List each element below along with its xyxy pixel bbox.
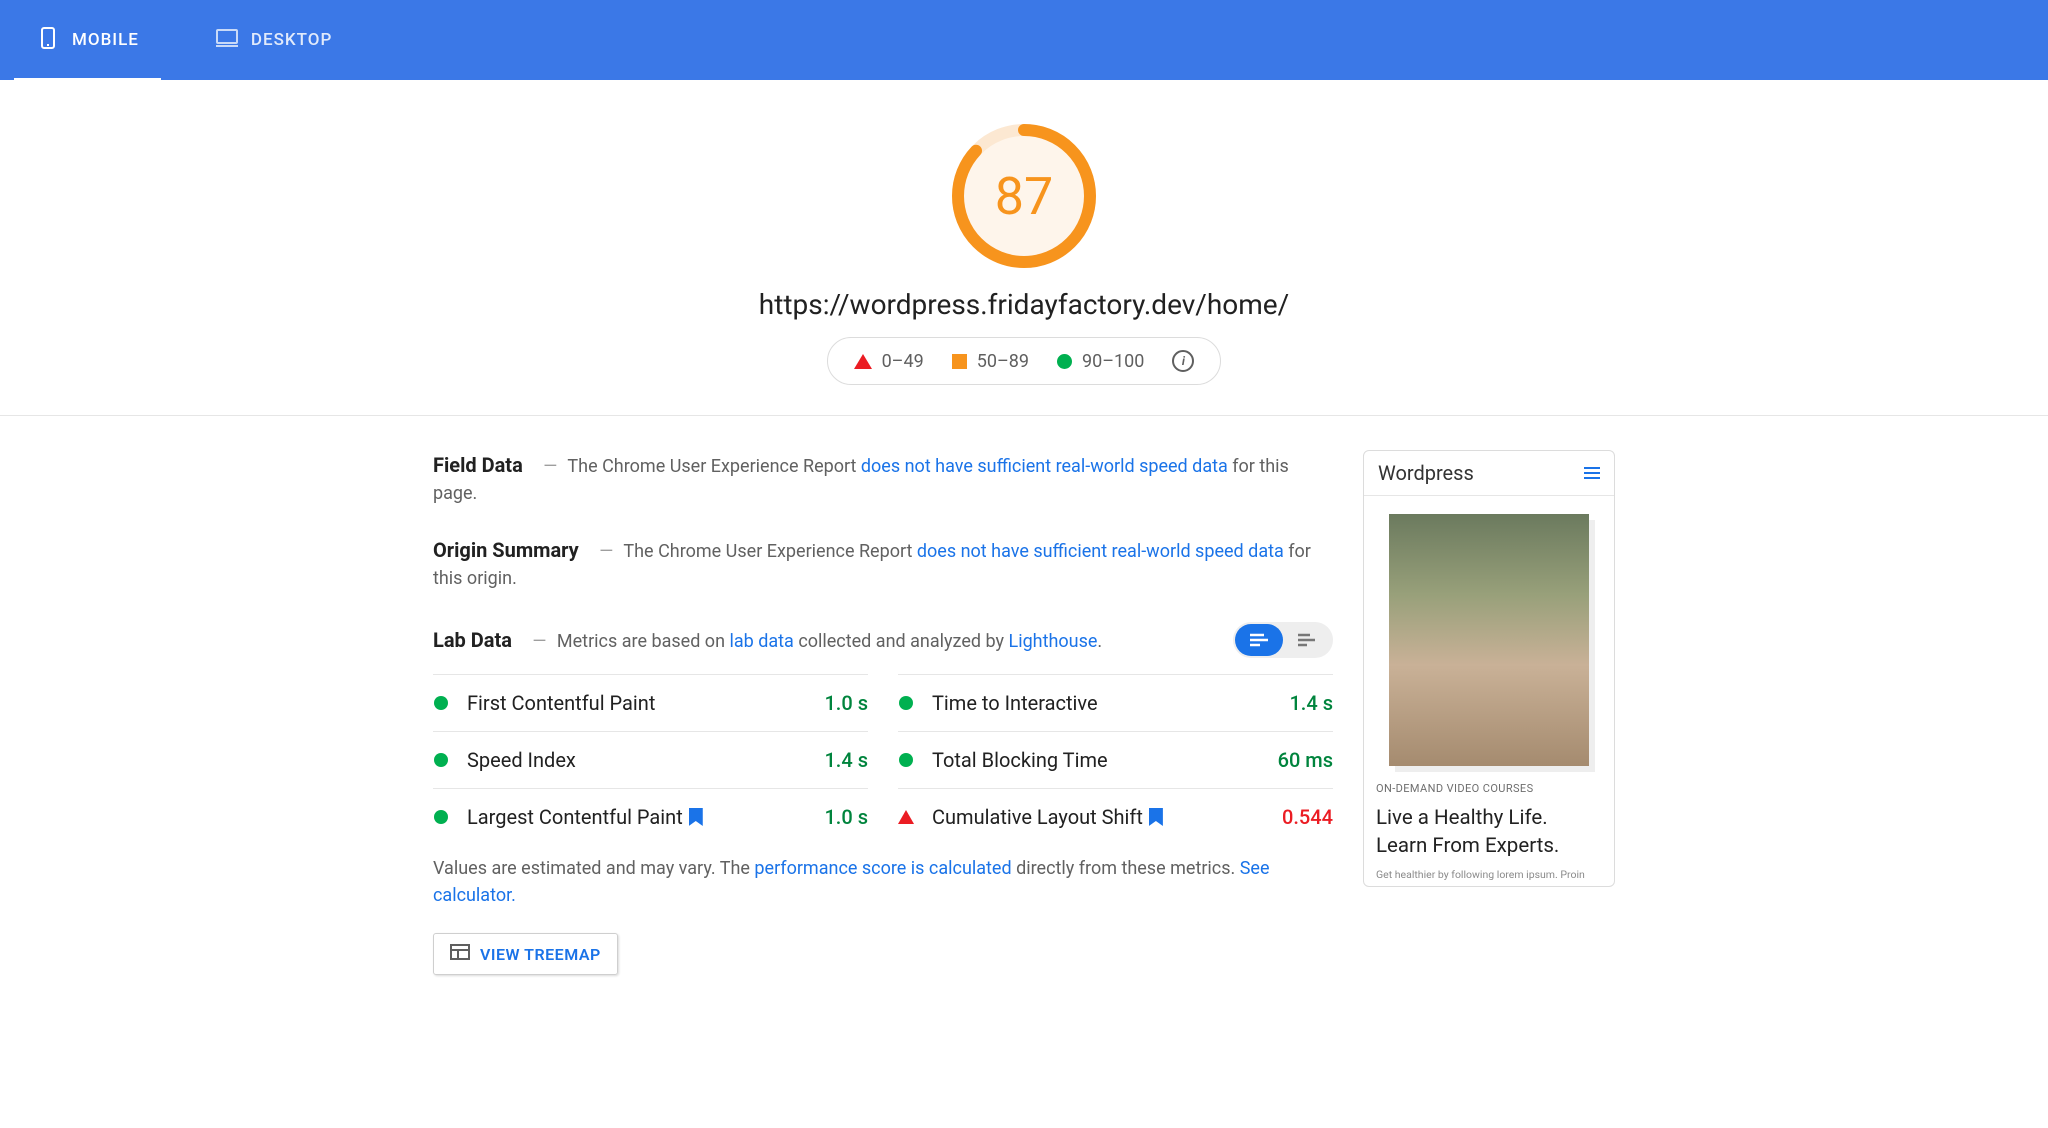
preview-title: Wordpress [1378, 461, 1474, 485]
legend-average-label: 50–89 [977, 351, 1029, 372]
score-legend: 0–49 50–89 90–100 i [827, 337, 1222, 385]
metric-value: 60 ms [1278, 748, 1333, 772]
lab-data-tail: . [1097, 631, 1102, 652]
origin-summary-lead: The Chrome User Experience Report [623, 541, 916, 562]
metric-row[interactable]: Total Blocking Time60 ms [898, 731, 1333, 788]
legend-average: 50–89 [952, 351, 1029, 372]
preview-tiny: Get healthier by following lorem ipsum. … [1376, 868, 1602, 880]
legend-good: 90–100 [1057, 351, 1144, 372]
treemap-icon [450, 944, 470, 964]
toggle-expanded[interactable] [1235, 624, 1283, 656]
tab-desktop-label: DESKTOP [251, 30, 332, 50]
metric-value: 1.0 s [824, 691, 868, 715]
metric-value: 1.4 s [1289, 691, 1333, 715]
square-icon [952, 354, 967, 369]
metric-row[interactable]: Time to Interactive1.4 s [898, 674, 1333, 731]
metric-name: Speed Index [467, 748, 824, 772]
metric-value: 0.544 [1282, 805, 1333, 829]
bookmark-icon [1149, 808, 1163, 826]
metric-value: 1.4 s [824, 748, 868, 772]
info-icon[interactable]: i [1172, 350, 1194, 372]
preview-headline: Live a Healthy Life. Learn From Experts. [1376, 805, 1602, 860]
lab-data-section: Lab Data — Metrics are based on lab data… [433, 625, 1102, 655]
circle-icon [433, 696, 449, 710]
legend-poor: 0–49 [854, 351, 924, 372]
origin-summary-link[interactable]: does not have sufficient real-world spee… [917, 541, 1284, 562]
metric-row[interactable]: Speed Index1.4 s [433, 731, 868, 788]
metric-name: Cumulative Layout Shift [932, 805, 1282, 829]
lab-data-link1[interactable]: lab data [729, 631, 793, 652]
preview-header: Wordpress [1364, 451, 1614, 496]
metrics-footnote: Values are estimated and may vary. The p… [433, 855, 1333, 909]
mobile-icon [36, 26, 60, 55]
circle-icon [433, 753, 449, 767]
preview-eyebrow: ON-DEMAND VIDEO COURSES [1376, 782, 1602, 795]
page-url: https://wordpress.fridayfactory.dev/home… [0, 288, 2048, 321]
legend-good-label: 90–100 [1082, 351, 1144, 372]
triangle-icon [898, 810, 914, 824]
metric-name: Total Blocking Time [932, 748, 1278, 772]
lab-data-mid: collected and analyzed by [794, 631, 1009, 652]
metric-row[interactable]: First Contentful Paint1.0 s [433, 674, 868, 731]
desktop-icon [215, 26, 239, 55]
field-data-section: Field Data — The Chrome User Experience … [433, 450, 1333, 507]
metrics-grid: First Contentful Paint1.0 sTime to Inter… [433, 674, 1333, 845]
circle-icon [433, 810, 449, 824]
metric-name: First Contentful Paint [467, 691, 824, 715]
lab-data-heading: Lab Data [433, 628, 512, 652]
metric-name: Largest Contentful Paint [467, 805, 824, 829]
field-data-heading: Field Data [433, 453, 523, 477]
field-data-lead: The Chrome User Experience Report [567, 456, 860, 477]
footnote-lead: Values are estimated and may vary. The [433, 858, 754, 879]
metrics-view-toggle [1233, 622, 1333, 658]
preview-image [1389, 514, 1589, 766]
tab-desktop[interactable]: DESKTOP [201, 0, 346, 80]
origin-summary-section: Origin Summary — The Chrome User Experie… [433, 535, 1333, 592]
tab-mobile[interactable]: MOBILE [22, 0, 153, 80]
menu-icon [1584, 467, 1600, 479]
metric-row[interactable]: Cumulative Layout Shift0.544 [898, 788, 1333, 845]
triangle-icon [854, 354, 872, 369]
score-value: 87 [950, 122, 1098, 270]
circle-icon [898, 696, 914, 710]
footnote-link1[interactable]: performance score is calculated [754, 858, 1011, 879]
metric-row[interactable]: Largest Contentful Paint1.0 s [433, 788, 868, 845]
metric-value: 1.0 s [824, 805, 868, 829]
tab-mobile-label: MOBILE [72, 30, 139, 50]
bookmark-icon [689, 808, 703, 826]
legend-poor-label: 0–49 [882, 351, 924, 372]
lab-data-link2[interactable]: Lighthouse [1009, 631, 1098, 652]
device-tabs: MOBILE DESKTOP [0, 0, 2048, 80]
footnote-mid: directly from these metrics. [1012, 858, 1240, 879]
circle-icon [1057, 354, 1072, 369]
score-summary: 87 https://wordpress.fridayfactory.dev/h… [0, 80, 2048, 416]
view-treemap-label: VIEW TREEMAP [480, 945, 601, 964]
lab-data-lead: Metrics are based on [557, 631, 730, 652]
toggle-compact[interactable] [1283, 624, 1331, 656]
metric-name: Time to Interactive [932, 691, 1289, 715]
circle-icon [898, 753, 914, 767]
field-data-link[interactable]: does not have sufficient real-world spee… [861, 456, 1228, 477]
origin-summary-heading: Origin Summary [433, 538, 579, 562]
score-gauge: 87 [950, 122, 1098, 270]
page-preview: Wordpress ON-DEMAND VIDEO COURSES Live a… [1363, 450, 1615, 887]
view-treemap-button[interactable]: VIEW TREEMAP [433, 933, 618, 975]
